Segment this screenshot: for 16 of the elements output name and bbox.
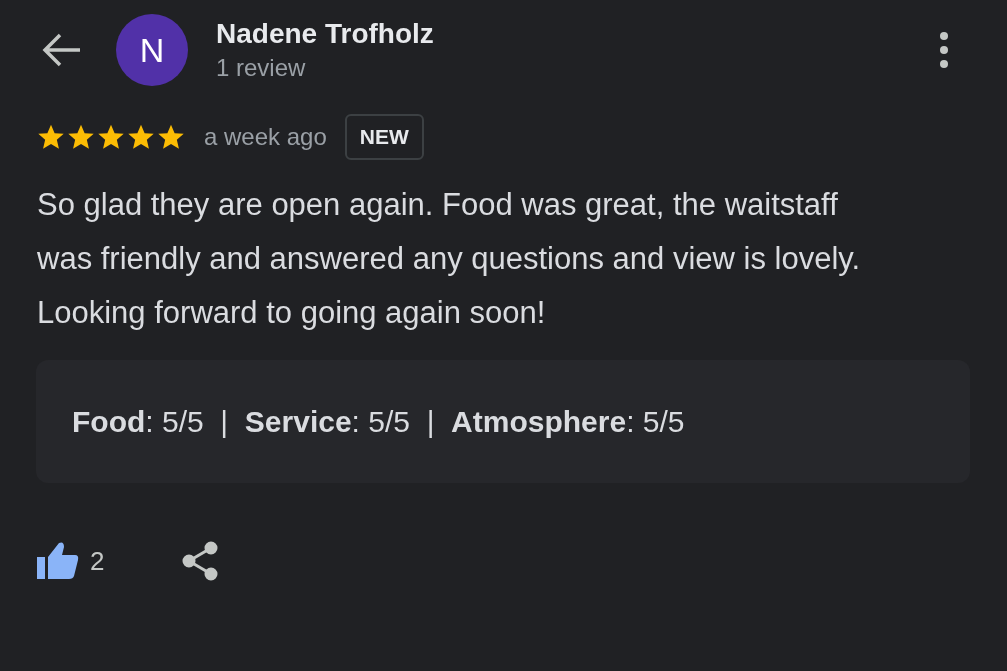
star-icon: [36, 123, 66, 151]
star-icon: [156, 123, 186, 151]
more-options-icon[interactable]: [939, 32, 949, 68]
review-time: a week ago: [204, 122, 327, 152]
star-icon: [96, 123, 126, 151]
review-count: 1 review: [216, 53, 307, 83]
review-text: So glad they are open again. Food was great, the waitstaff was friendly and answered any questions and view is lovely. Looking forward to going again soon!: [37, 186, 862, 332]
share-icon[interactable]: [182, 541, 219, 581]
new-badge: NEW: [344, 114, 424, 160]
thumbs-up-icon[interactable]: [37, 541, 79, 581]
like-count: 2: [90, 544, 105, 578]
avatar: N: [116, 14, 188, 86]
reviewer-name[interactable]: Nadene Trofholz: [216, 16, 434, 52]
ratings-summary: Food: 5/5 | Service: 5/5 | Atmosphere: 5/5: [72, 404, 685, 440]
star-icon: [126, 123, 156, 151]
star-icon: [66, 123, 96, 151]
